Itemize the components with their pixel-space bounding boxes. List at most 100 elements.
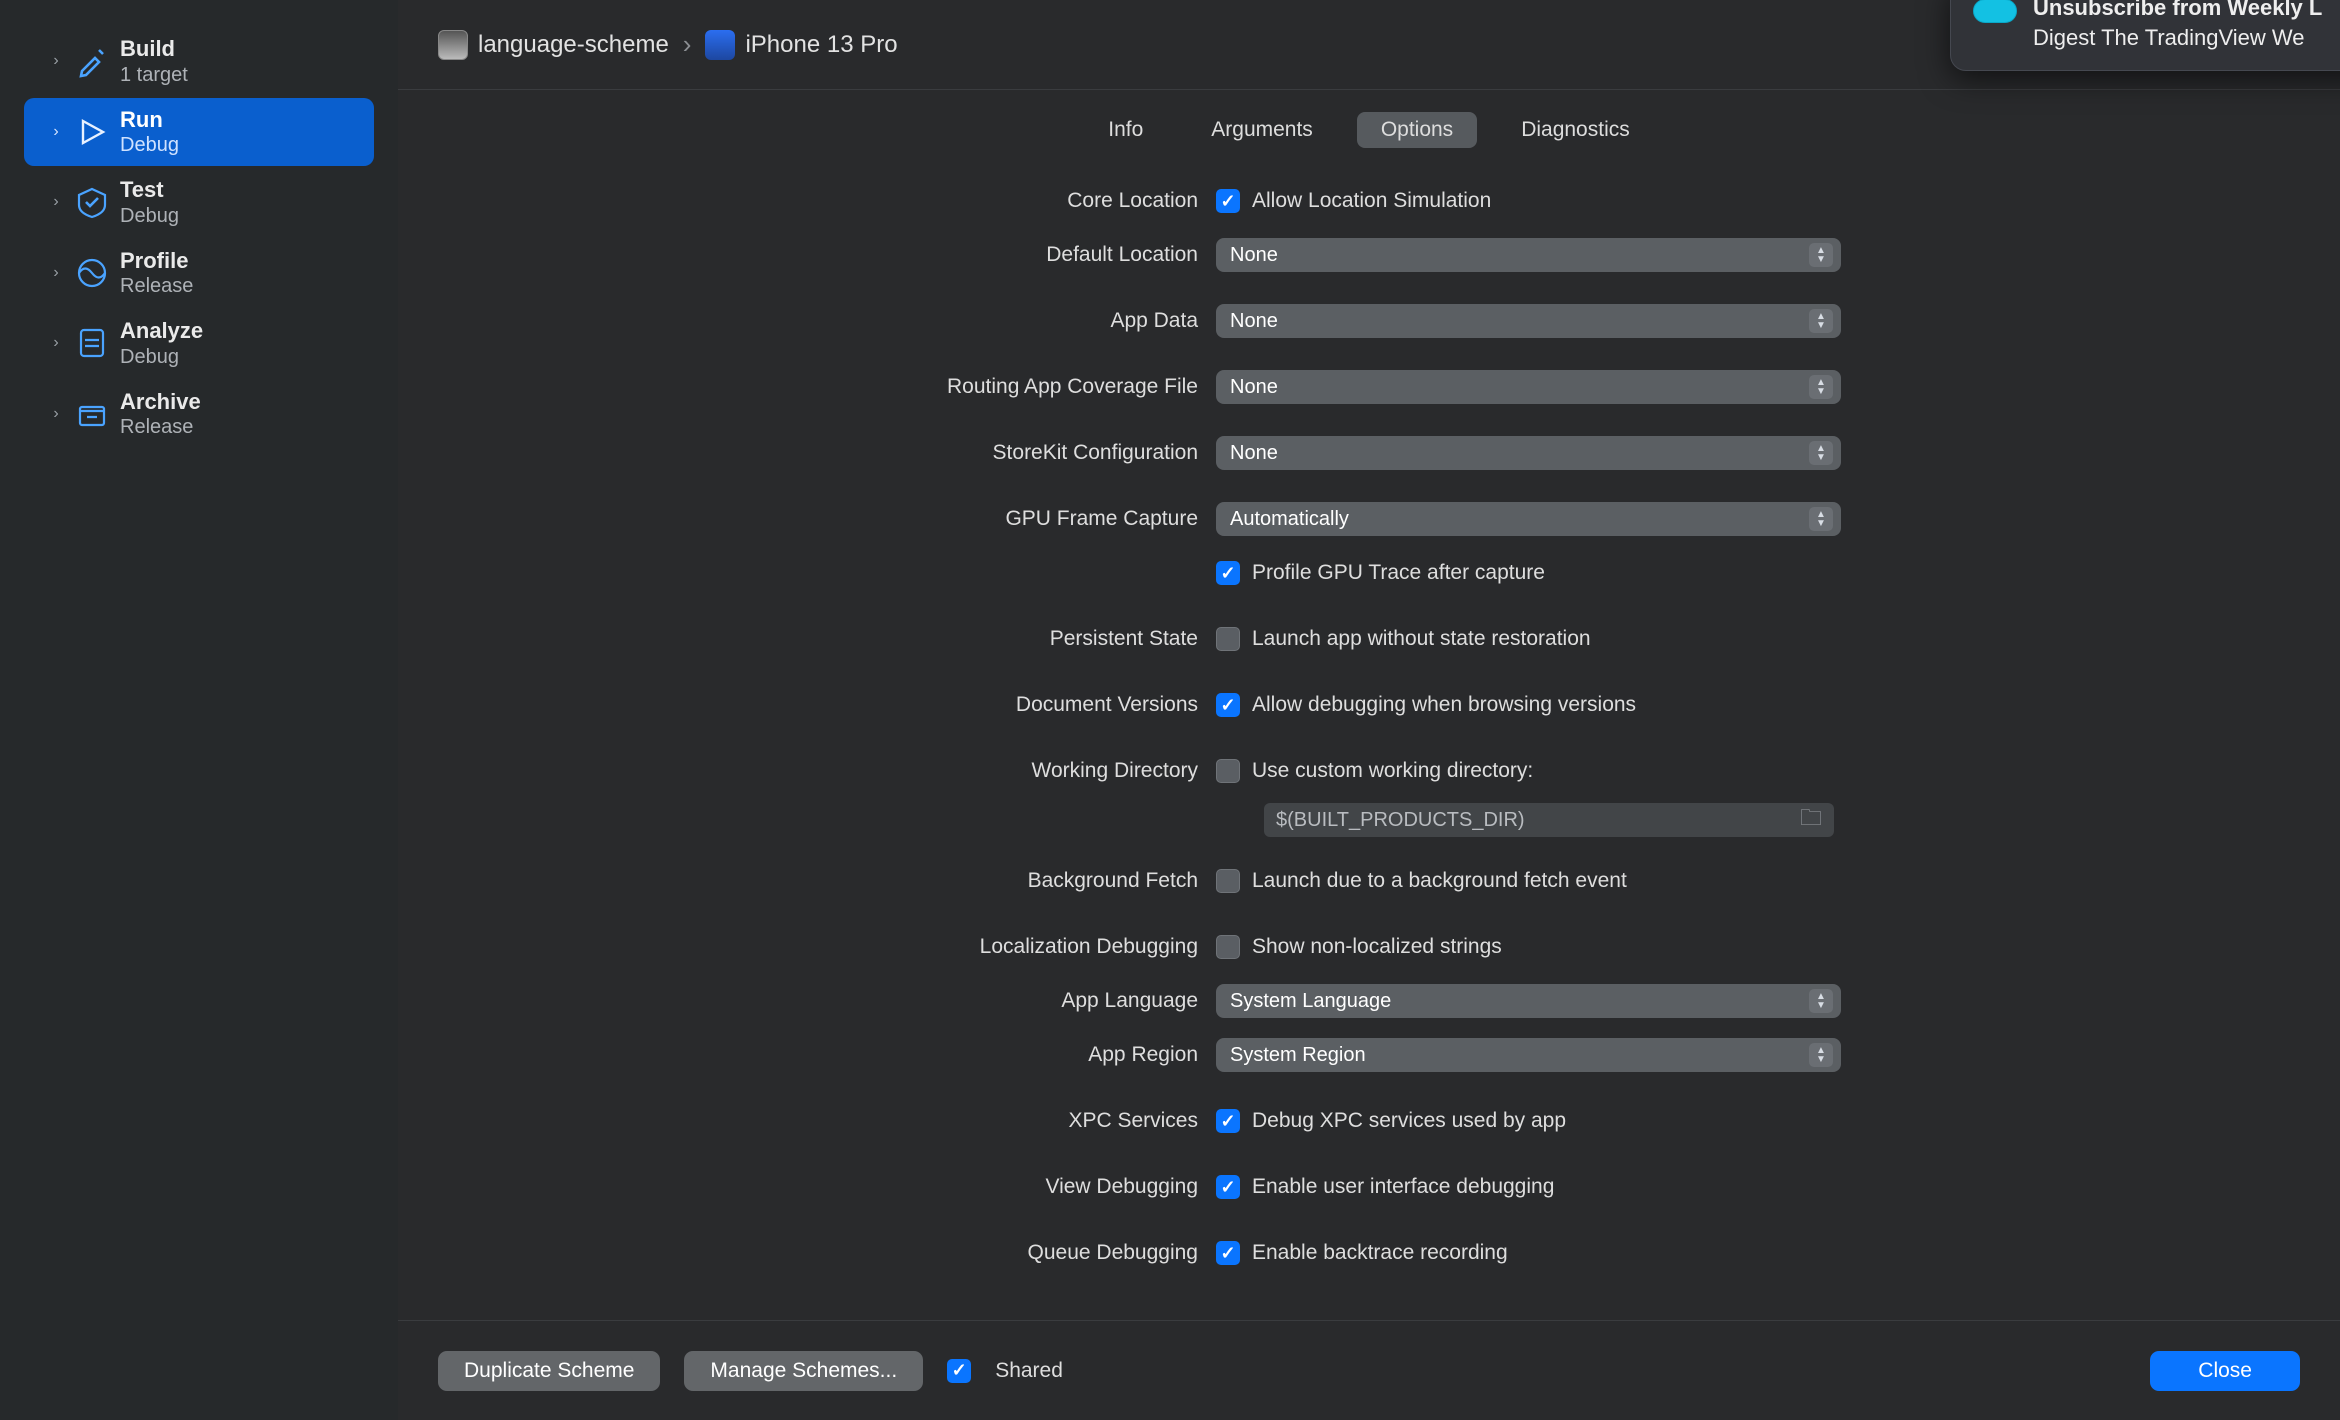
queue-debugging-checkbox[interactable]	[1216, 1241, 1240, 1265]
allow-location-simulation-checkbox[interactable]	[1216, 189, 1240, 213]
options-form: Core Location Allow Location Simulation …	[398, 164, 2340, 1320]
manage-schemes-button[interactable]: Manage Schemes...	[684, 1351, 923, 1391]
background-fetch-label: Background Fetch	[438, 869, 1198, 893]
select-value: System Region	[1230, 1044, 1366, 1067]
chevron-right-icon: ›	[48, 265, 64, 281]
default-location-select[interactable]: None ▲▼	[1216, 238, 1841, 272]
xpc-services-check-label: Debug XPC services used by app	[1252, 1109, 1566, 1133]
updown-icon: ▲▼	[1809, 989, 1833, 1013]
app-data-select[interactable]: None ▲▼	[1216, 304, 1841, 338]
profile-icon	[72, 253, 112, 293]
chevron-right-icon: ›	[679, 29, 696, 60]
archive-icon	[72, 394, 112, 434]
analyze-icon	[72, 323, 112, 363]
document-versions-label: Document Versions	[438, 693, 1198, 717]
sidebar-item-label: Profile	[120, 247, 193, 275]
chevron-right-icon: ›	[48, 335, 64, 351]
profile-gpu-trace-checkbox[interactable]	[1216, 561, 1240, 585]
device-icon	[705, 30, 735, 60]
sidebar-item-run[interactable]: › Run Debug	[24, 98, 374, 167]
sidebar-item-profile[interactable]: › Profile Release	[24, 239, 374, 308]
chevron-right-icon: ›	[48, 406, 64, 422]
working-dir-label: Working Directory	[438, 759, 1198, 783]
updown-icon: ▲▼	[1809, 1043, 1833, 1067]
updown-icon: ▲▼	[1809, 375, 1833, 399]
sidebar-item-analyze[interactable]: › Analyze Debug	[24, 309, 374, 378]
notification-line1: Unsubscribe from Weekly L	[2033, 0, 2322, 23]
localization-debugging-label: Localization Debugging	[438, 935, 1198, 959]
sidebar-item-label: Build	[120, 35, 188, 63]
sidebar-item-sub: Debug	[120, 345, 203, 370]
app-data-label: App Data	[438, 309, 1198, 333]
routing-file-label: Routing App Coverage File	[438, 375, 1198, 399]
sidebar-item-sub: Release	[120, 274, 193, 299]
shared-checkbox[interactable]	[947, 1359, 971, 1383]
updown-icon: ▲▼	[1809, 309, 1833, 333]
sidebar-item-test[interactable]: › Test Debug	[24, 168, 374, 237]
sidebar-item-label: Archive	[120, 388, 201, 416]
updown-icon: ▲▼	[1809, 507, 1833, 531]
document-versions-checkbox[interactable]	[1216, 693, 1240, 717]
storekit-select[interactable]: None ▲▼	[1216, 436, 1841, 470]
gpu-capture-select[interactable]: Automatically ▲▼	[1216, 502, 1841, 536]
scheme-name[interactable]: language-scheme	[478, 31, 669, 59]
notification-icon	[1973, 0, 2017, 23]
run-icon	[72, 112, 112, 152]
view-debugging-checkbox[interactable]	[1216, 1175, 1240, 1199]
build-icon	[72, 41, 112, 81]
localization-debugging-checkbox[interactable]	[1216, 935, 1240, 959]
xpc-services-checkbox[interactable]	[1216, 1109, 1240, 1133]
app-region-select[interactable]: System Region ▲▼	[1216, 1038, 1841, 1072]
scheme-icon	[438, 30, 468, 60]
app-language-label: App Language	[438, 989, 1198, 1013]
select-value: Automatically	[1230, 508, 1349, 531]
tab-arguments[interactable]: Arguments	[1187, 112, 1337, 148]
chevron-right-icon: ›	[48, 194, 64, 210]
main-panel: language-scheme › iPhone 13 Pro Info Arg…	[398, 0, 2340, 1420]
duplicate-scheme-button[interactable]: Duplicate Scheme	[438, 1351, 660, 1391]
view-debugging-label: View Debugging	[438, 1175, 1198, 1199]
app-language-select[interactable]: System Language ▲▼	[1216, 984, 1841, 1018]
notification[interactable]: Unsubscribe from Weekly L Digest The Tra…	[1950, 0, 2340, 71]
storekit-label: StoreKit Configuration	[438, 441, 1198, 465]
queue-debugging-check-label: Enable backtrace recording	[1252, 1241, 1508, 1265]
sidebar-item-sub: Release	[120, 415, 201, 440]
queue-debugging-label: Queue Debugging	[438, 1241, 1198, 1265]
select-value: None	[1230, 244, 1278, 267]
routing-file-select[interactable]: None ▲▼	[1216, 370, 1841, 404]
chevron-right-icon: ›	[48, 124, 64, 140]
working-dir-placeholder: $(BUILT_PRODUCTS_DIR)	[1276, 809, 1525, 832]
close-button[interactable]: Close	[2150, 1351, 2300, 1391]
sidebar-item-archive[interactable]: › Archive Release	[24, 380, 374, 449]
gpu-capture-label: GPU Frame Capture	[438, 507, 1198, 531]
updown-icon: ▲▼	[1809, 441, 1833, 465]
device-name[interactable]: iPhone 13 Pro	[745, 31, 897, 59]
tabs: Info Arguments Options Diagnostics	[398, 90, 2340, 164]
xpc-services-label: XPC Services	[438, 1109, 1198, 1133]
view-debugging-check-label: Enable user interface debugging	[1252, 1175, 1554, 1199]
sidebar-item-label: Analyze	[120, 317, 203, 345]
tab-info[interactable]: Info	[1084, 112, 1167, 148]
select-value: System Language	[1230, 990, 1391, 1013]
working-dir-input[interactable]: $(BUILT_PRODUCTS_DIR) 🗀	[1264, 803, 1834, 837]
document-versions-check-label: Allow debugging when browsing versions	[1252, 693, 1636, 717]
profile-gpu-trace-label: Profile GPU Trace after capture	[1252, 561, 1545, 585]
test-icon	[72, 182, 112, 222]
sidebar-item-sub: 1 target	[120, 63, 188, 88]
working-dir-checkbox[interactable]	[1216, 759, 1240, 783]
sidebar-item-build[interactable]: › Build 1 target	[24, 27, 374, 96]
tab-diagnostics[interactable]: Diagnostics	[1497, 112, 1654, 148]
app-region-label: App Region	[438, 1043, 1198, 1067]
localization-debugging-check-label: Show non-localized strings	[1252, 935, 1502, 959]
notification-line2: Digest The TradingView We	[2033, 23, 2322, 53]
background-fetch-checkbox[interactable]	[1216, 869, 1240, 893]
footer: Duplicate Scheme Manage Schemes... Share…	[398, 1320, 2340, 1420]
sidebar-item-label: Test	[120, 176, 179, 204]
folder-icon[interactable]: 🗀	[1800, 801, 1822, 839]
background-fetch-check-label: Launch due to a background fetch event	[1252, 869, 1627, 893]
updown-icon: ▲▼	[1809, 243, 1833, 267]
tab-options[interactable]: Options	[1357, 112, 1477, 148]
select-value: None	[1230, 442, 1278, 465]
sidebar-item-label: Run	[120, 106, 179, 134]
persistent-state-checkbox[interactable]	[1216, 627, 1240, 651]
